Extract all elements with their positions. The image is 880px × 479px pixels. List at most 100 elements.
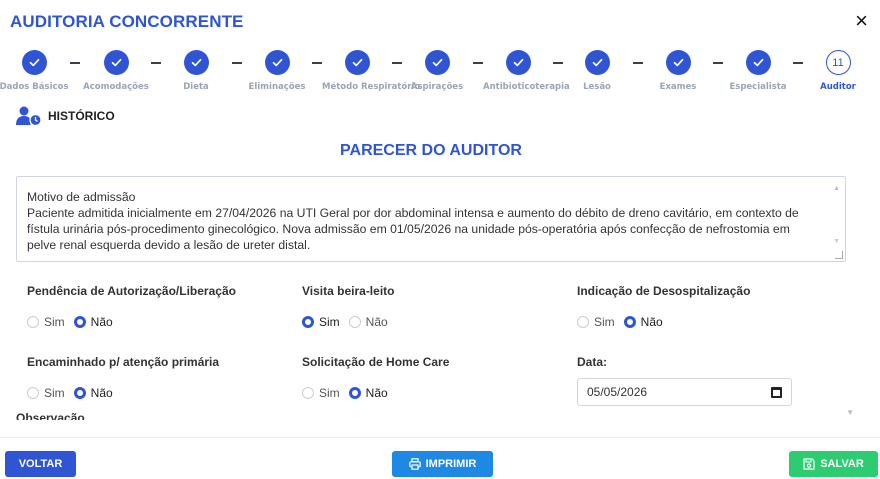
close-icon[interactable]: × — [855, 10, 868, 32]
radio-label: Sim — [44, 386, 65, 400]
check-icon — [424, 50, 450, 75]
step-connector — [552, 62, 563, 64]
check-icon — [264, 50, 290, 75]
desospitalizacao-field: Indicação de Desospitalização Sim Não — [577, 284, 750, 329]
visita-nao-radio[interactable]: Não — [348, 315, 388, 329]
pendencia-sim-radio[interactable]: Sim — [27, 315, 65, 329]
radio-dot — [27, 387, 39, 399]
check-icon — [745, 50, 771, 75]
step-connector — [793, 62, 803, 64]
user-clock-icon — [16, 106, 42, 126]
step-1[interactable]: Dados Básicos — [0, 50, 69, 92]
step-5[interactable]: Método Respiratório — [322, 50, 421, 92]
resize-handle-icon[interactable] — [835, 251, 843, 259]
encaminhado-label: Encaminhado p/ atenção primária — [27, 355, 220, 369]
step-label: Acomodações — [83, 82, 149, 92]
imprimir-button[interactable]: IMPRIMIR — [392, 451, 493, 477]
scroll-up-icon[interactable]: ▲ — [833, 181, 840, 197]
homecare-field: Solicitação de Home Care Sim Não — [302, 355, 449, 400]
step-connector — [231, 62, 242, 64]
pendencia-nao-radio[interactable]: Não — [73, 315, 113, 329]
radio-dot — [302, 387, 314, 399]
data-field: Data: 05/05/2026 — [577, 355, 792, 406]
radio-dot — [577, 316, 589, 328]
step-connector — [632, 62, 643, 64]
desospitalizacao-sim-radio[interactable]: Sim — [577, 315, 615, 329]
radio-dot — [73, 387, 86, 399]
step-3[interactable]: Dieta — [161, 50, 231, 92]
radio-label: Não — [365, 386, 388, 400]
homecare-sim-radio[interactable]: Sim — [302, 386, 340, 400]
step-connector — [312, 62, 322, 64]
step-number: 11 — [825, 50, 851, 75]
printer-icon — [408, 458, 421, 470]
encaminhado-field: Encaminhado p/ atenção primária Sim Não — [27, 355, 219, 400]
salvar-button[interactable]: SALVAR — [789, 451, 878, 477]
step-7[interactable]: Antibioticoterapia — [483, 50, 570, 92]
step-9[interactable]: Exames — [643, 50, 713, 92]
radio-label: Não — [90, 386, 113, 400]
encaminhado-nao-radio[interactable]: Não — [73, 386, 113, 400]
visita-field: Visita beira-leito Sim Não — [302, 284, 397, 329]
voltar-button[interactable]: VOLTAR — [5, 451, 76, 477]
radio-label: Não — [365, 315, 388, 329]
auditoria-modal: AUDITORIA CONCORRENTE × Dados Básicos Aco… — [0, 0, 880, 479]
step-label: Lesão — [583, 82, 611, 92]
step-label: Antibioticoterapia — [483, 82, 570, 92]
radio-label: Sim — [44, 315, 65, 329]
radio-label: Não — [90, 315, 113, 329]
radio-label: Sim — [319, 386, 340, 400]
step-10[interactable]: Especialista — [723, 50, 793, 92]
step-4[interactable]: Eliminações — [242, 50, 312, 92]
scroll-down-icon[interactable]: ▼ — [833, 234, 840, 250]
step-11[interactable]: 11 Auditor — [803, 50, 873, 92]
step-6[interactable]: Aspirações — [402, 50, 472, 92]
step-connector — [392, 62, 402, 64]
step-label: Dieta — [183, 82, 209, 92]
step-label: Especialista — [729, 82, 787, 92]
radio-dot — [302, 316, 314, 328]
section-title: PARECER DO AUDITOR — [340, 142, 522, 159]
desospitalizacao-nao-radio[interactable]: Não — [623, 315, 663, 329]
radio-dot — [27, 316, 39, 328]
step-connector — [70, 62, 80, 64]
date-value: 05/05/2026 — [587, 385, 648, 399]
modal-title: AUDITORIA CONCORRENTE — [10, 12, 244, 31]
check-icon — [21, 50, 47, 75]
pendencia-field: Pendência de Autorização/Liberação Sim N… — [27, 284, 236, 329]
step-label: Aspirações — [410, 82, 464, 92]
radio-label: Sim — [319, 315, 340, 329]
step-connector — [713, 62, 723, 64]
check-icon — [344, 50, 370, 75]
radio-dot — [348, 316, 361, 328]
historico-label: HISTÓRICO — [48, 109, 115, 123]
step-connector — [151, 62, 161, 64]
step-8[interactable]: Lesão — [562, 50, 632, 92]
encaminhado-sim-radio[interactable]: Sim — [27, 386, 65, 400]
pendencia-label: Pendência de Autorização/Liberação — [27, 284, 236, 298]
radio-dot — [623, 316, 636, 328]
historico-link[interactable]: HISTÓRICO — [16, 106, 115, 126]
visita-sim-radio[interactable]: Sim — [302, 315, 340, 329]
stepper: Dados Básicos Acomodações Dieta Eliminações… — [0, 50, 880, 96]
modal-footer: VOLTAR IMPRIMIR SALVAR — [0, 437, 880, 479]
check-icon — [584, 50, 610, 75]
save-icon — [803, 458, 815, 470]
observacao-label: Observação — [16, 411, 85, 420]
step-2[interactable]: Acomodações — [81, 50, 151, 92]
salvar-label: SALVAR — [820, 458, 864, 470]
scroll-down-icon[interactable]: ▼ — [846, 408, 854, 417]
voltar-label: VOLTAR — [18, 458, 63, 470]
radio-dot — [73, 316, 86, 328]
check-icon — [665, 50, 691, 75]
desospitalizacao-label: Indicação de Desospitalização — [577, 284, 751, 298]
radio-label: Não — [640, 315, 663, 329]
radio-dot — [348, 387, 361, 399]
homecare-nao-radio[interactable]: Não — [348, 386, 388, 400]
calendar-icon[interactable] — [771, 386, 782, 398]
step-label: Eliminações — [248, 82, 306, 92]
date-input[interactable]: 05/05/2026 — [577, 378, 792, 406]
step-label: Método Respiratório — [322, 82, 421, 92]
check-icon — [505, 50, 531, 75]
parecer-textarea[interactable]: Motivo de admissão Paciente admitida ini… — [16, 176, 846, 262]
